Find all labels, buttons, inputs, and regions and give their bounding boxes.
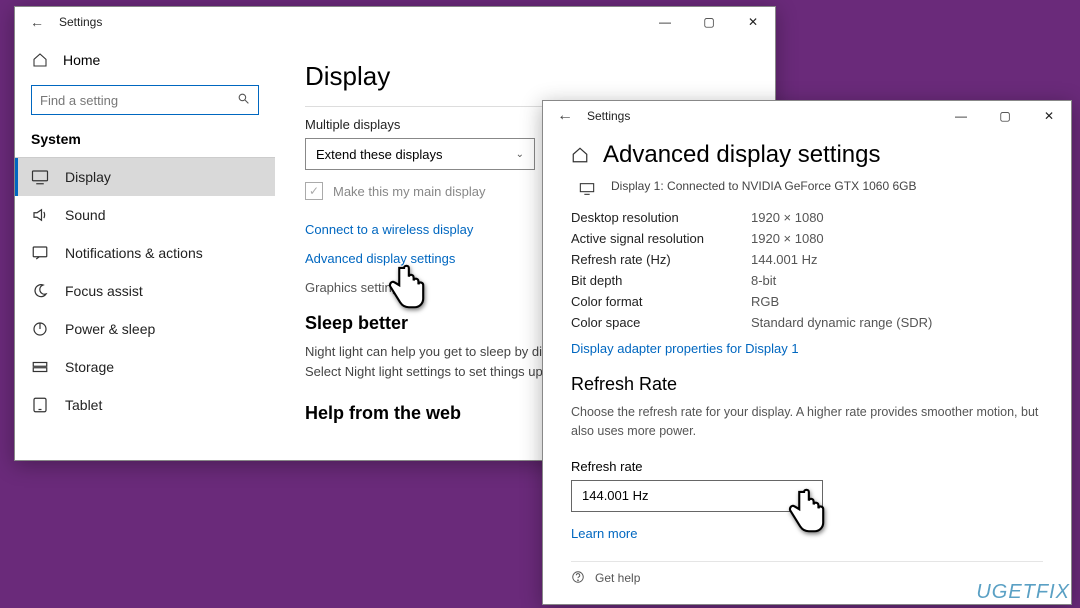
close-button[interactable]: ✕	[1027, 101, 1071, 131]
tablet-icon	[31, 396, 49, 414]
sidebar-item-label: Tablet	[65, 397, 102, 413]
chevron-down-icon: ⌄	[516, 149, 524, 160]
chevron-down-icon: ⌄	[804, 490, 812, 501]
window-title: Settings	[59, 15, 643, 29]
sidebar-item-power-sleep[interactable]: Power & sleep	[15, 310, 275, 348]
sidebar-item-label: Power & sleep	[65, 321, 155, 337]
learn-more-link[interactable]: Learn more	[571, 526, 1043, 541]
minimize-button[interactable]: —	[643, 7, 687, 37]
settings-window-advanced-display: ← Settings — ▢ ✕ Advanced display settin…	[542, 100, 1072, 605]
kv-active-signal-resolution: Active signal resolution1920 × 1080	[571, 228, 1043, 249]
section-title: System	[15, 127, 275, 157]
minimize-button[interactable]: —	[939, 101, 983, 131]
home-link[interactable]: Home	[15, 45, 275, 75]
dropdown-value: Extend these displays	[316, 147, 442, 162]
sidebar-item-label: Storage	[65, 359, 114, 375]
checkbox-label: Make this my main display	[333, 184, 485, 199]
sidebar-item-label: Display	[65, 169, 111, 185]
sidebar-item-display[interactable]: Display	[15, 158, 275, 196]
kv-desktop-resolution: Desktop resolution1920 × 1080	[571, 207, 1043, 228]
back-icon[interactable]: ←	[15, 14, 59, 30]
home-icon	[31, 51, 49, 69]
kv-bit-depth: Bit depth8-bit	[571, 270, 1043, 291]
refresh-rate-label: Refresh rate	[571, 459, 1043, 474]
watermark: UGETFIX	[976, 581, 1070, 604]
sidebar-item-label: Notifications & actions	[65, 245, 203, 261]
multiple-displays-dropdown[interactable]: Extend these displays ⌄	[305, 138, 535, 170]
maximize-button[interactable]: ▢	[687, 7, 731, 37]
sidebar-list: Display Sound Notifications & actions Fo…	[15, 157, 275, 424]
get-help-row[interactable]: Get help	[571, 561, 1043, 587]
focus-icon	[31, 282, 49, 300]
kv-color-space: Color spaceStandard dynamic range (SDR)	[571, 312, 1043, 333]
sidebar: Home Find a setting System Display Sound	[15, 37, 275, 432]
sidebar-item-label: Focus assist	[65, 283, 143, 299]
refresh-rate-dropdown[interactable]: 144.001 Hz ⌄	[571, 480, 823, 512]
sound-icon	[31, 206, 49, 224]
get-help-label: Get help	[595, 571, 640, 585]
home-label: Home	[63, 52, 100, 68]
kv-color-format: Color formatRGB	[571, 291, 1043, 312]
storage-icon	[31, 358, 49, 376]
titlebar: ← Settings — ▢ ✕	[543, 101, 1071, 131]
close-button[interactable]: ✕	[731, 7, 775, 37]
help-icon	[571, 570, 585, 587]
refresh-rate-description: Choose the refresh rate for your display…	[571, 403, 1043, 441]
checkbox-icon: ✓	[305, 182, 323, 200]
search-input[interactable]: Find a setting	[31, 85, 259, 115]
search-placeholder: Find a setting	[40, 93, 118, 108]
display-connection-text: Display 1: Connected to NVIDIA GeForce G…	[611, 179, 916, 193]
titlebar: ← Settings — ▢ ✕	[15, 7, 775, 37]
display-adapter-link[interactable]: Display adapter properties for Display 1	[571, 341, 1043, 356]
display-icon	[31, 168, 49, 186]
sidebar-item-sound[interactable]: Sound	[15, 196, 275, 234]
page-header: Advanced display settings	[571, 141, 1043, 169]
sidebar-item-focus-assist[interactable]: Focus assist	[15, 272, 275, 310]
window-title: Settings	[587, 109, 939, 123]
sidebar-item-notifications[interactable]: Notifications & actions	[15, 234, 275, 272]
sidebar-item-tablet[interactable]: Tablet	[15, 386, 275, 424]
page-title: Advanced display settings	[603, 141, 881, 169]
dropdown-value: 144.001 Hz	[582, 488, 649, 503]
sidebar-item-label: Sound	[65, 207, 105, 223]
sidebar-item-storage[interactable]: Storage	[15, 348, 275, 386]
search-icon	[237, 92, 250, 108]
notify-icon	[31, 244, 49, 262]
page-title: Display	[305, 61, 745, 92]
power-icon	[31, 320, 49, 338]
refresh-rate-heading: Refresh Rate	[571, 374, 1043, 395]
monitor-icon	[577, 179, 597, 197]
kv-refresh-rate: Refresh rate (Hz)144.001 Hz	[571, 249, 1043, 270]
maximize-button[interactable]: ▢	[983, 101, 1027, 131]
display-connection-row: Display 1: Connected to NVIDIA GeForce G…	[577, 179, 1043, 197]
back-icon[interactable]: ←	[543, 107, 587, 125]
home-icon[interactable]	[571, 146, 589, 164]
main-content: Advanced display settings Display 1: Con…	[543, 131, 1071, 587]
